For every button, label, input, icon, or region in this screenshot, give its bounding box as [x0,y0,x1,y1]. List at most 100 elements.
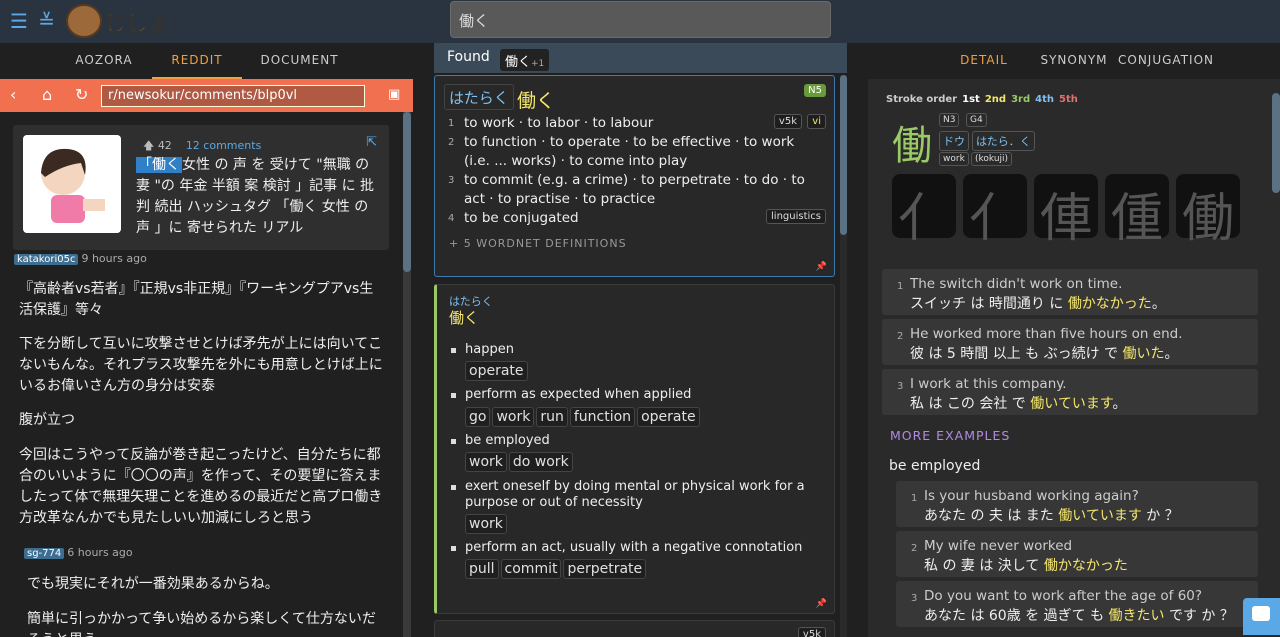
entry-reading[interactable]: はたらく [444,84,514,110]
stroke-glyph: 俥 [1040,189,1093,249]
synonym-chip[interactable]: run [536,407,568,427]
synonym-chip[interactable]: pull [465,559,499,579]
example-ja-text: 彼 は 5 時間 以上 も ぶっ続け で [910,346,1123,362]
example-highlight[interactable]: 働かなかった [1044,558,1128,574]
comment-paragraph: 簡単に引っかかって争い始めるから楽しくて仕方ないだろうと思う [27,611,376,637]
dictionary-entry-card: はたらく 働く N5 1 to work · to labor · to labo… [434,75,835,277]
comments-link[interactable]: 12 comments [186,139,262,152]
example-highlight[interactable]: 働いています [1058,508,1142,524]
sense-3: 3 to commit (e.g. a crime) · to perpetrat… [448,171,818,209]
reddit-navbar: ‹ ⌂ ↻ r/newsokur/comments/blp0vl ▣ [0,79,413,112]
stroke-glyph: 働 [1182,189,1235,249]
comment-paragraph: でも現実にそれが一番効果あるからね。 [27,576,279,592]
kunyomi-tag[interactable]: はたら．く [972,131,1035,151]
synonym-chip[interactable]: work [492,407,535,427]
example-japanese: 私 は この 会社 で 働いています。 [910,393,1126,413]
gloss-text: perform as expected when applied [465,387,692,402]
detail-tabs: DETAIL SYNONYM CONJUGATION [868,43,1280,79]
tab-synonym[interactable]: SYNONYM [1036,43,1112,79]
example-number: 1 [911,493,918,504]
synonyms-5: pull commit perpetrate [465,558,648,579]
dog-logo-icon [66,4,102,38]
kanji-large[interactable]: 働 [892,113,932,171]
more-examples-link[interactable]: MORE EXAMPLES [890,428,1010,443]
home-icon[interactable]: ⌂ [42,85,52,104]
stroke-frame: 偅 [1105,174,1169,249]
app-logo[interactable]: じしょ [66,4,174,38]
example-highlight[interactable]: 働いています [1030,396,1112,412]
example-highlight[interactable]: 働かなかった [1068,296,1152,312]
example-highlight[interactable]: 働きたい [1109,608,1165,624]
url-input[interactable]: r/newsokur/comments/blp0vl [101,85,365,107]
right-scrollbar[interactable] [1272,79,1280,637]
pin-icon[interactable]: 📌 [816,599,827,609]
entry-word[interactable]: 働く [517,86,555,113]
sense-number: 2 [448,137,455,148]
left-scrollbar[interactable] [403,112,411,637]
sense-number: 4 [448,213,455,224]
wordnet-card: はたらく 働く happen operate perform as expect… [434,284,835,614]
post-thumbnail[interactable] [23,135,121,233]
comment-time: 9 hours ago [81,252,147,265]
refresh-icon[interactable]: ↻ [75,85,88,104]
highlighted-word[interactable]: 「働く [136,157,182,173]
synonyms-1: operate [465,360,530,381]
right-scrollbar-thumb[interactable] [1272,93,1280,193]
found-chip-word: 働く [505,55,532,70]
tab-reddit[interactable]: REDDIT [152,43,242,79]
synonym-chip[interactable]: go [465,407,491,427]
gloss-text: happen [465,342,514,357]
order-1st[interactable]: 1st [962,94,980,105]
synonym-chip[interactable]: operate [637,407,700,427]
found-chip[interactable]: 働く+1 [500,49,550,71]
kokuji-tag: (kokuji) [971,152,1013,166]
order-2nd[interactable]: 2nd [985,94,1006,105]
chat-icon[interactable] [1243,598,1280,635]
synonym-chip[interactable]: function [569,407,636,427]
order-5th[interactable]: 5th [1059,94,1078,105]
wordnet-toggle[interactable]: + 5 WORDNET DEFINITIONS [449,237,627,250]
tag-linguistics[interactable]: linguistics [766,209,826,224]
order-4th[interactable]: 4th [1035,94,1054,105]
chat-bubble-icon [1252,606,1270,621]
tab-aozora[interactable]: AOZORA [60,43,148,79]
found-chip-more: +1 [531,59,545,69]
found-bar: Found 働く+1 [434,43,847,73]
save-icon[interactable]: ▣ [388,87,400,102]
synonym-chip[interactable]: perpetrate [563,559,647,579]
left-scrollbar-thumb[interactable] [403,112,411,272]
onyomi-tag[interactable]: ドウ [939,131,969,151]
example-number: 2 [897,331,904,342]
mid-scrollbar-thumb[interactable] [840,75,847,235]
tab-document[interactable]: DOCUMENT [252,43,347,79]
example-highlight[interactable]: 働いた [1123,346,1165,362]
synonym-chip[interactable]: work [465,452,507,472]
tag-v5k[interactable]: v5k [797,627,826,637]
tag-v5k[interactable]: v5k [773,114,802,129]
tab-conjugation[interactable]: CONJUGATION [1118,43,1214,79]
wordnet-word[interactable]: 働く [449,307,479,328]
tag-vi[interactable]: vi [807,114,826,129]
mid-scrollbar[interactable] [840,75,847,637]
back-icon[interactable]: ‹ [10,85,16,104]
menu-icon[interactable]: ☰ ≚ [10,9,57,33]
sense-text: to commit (e.g. a crime) · to perpetrate… [464,172,805,207]
synonym-chip[interactable]: work [465,514,507,534]
external-link-icon[interactable]: ⇱ [366,135,377,150]
search-input[interactable]: 働く [450,1,831,38]
bullet [451,393,456,398]
sense-number: 3 [448,175,455,186]
synonym-chip[interactable]: do work [508,452,573,472]
comment-user[interactable]: katakori05c [14,254,79,265]
order-3rd[interactable]: 3rd [1011,94,1030,105]
example-ja-end: か ？ [1141,508,1179,524]
pin-icon[interactable]: 📌 [816,262,827,272]
synonym-chip[interactable]: operate [465,361,528,381]
tab-detail[interactable]: DETAIL [952,43,1016,79]
source-tabs: AOZORA REDDIT DOCUMENT [0,43,413,79]
example-3: 3I work at this company. 私 は この 会社 で 働いてい… [882,369,1258,415]
bullet [451,485,456,490]
example-ja-end: 。 [1151,296,1166,312]
synonym-chip[interactable]: commit [500,559,562,579]
comment-user[interactable]: sg-774 [24,548,65,559]
